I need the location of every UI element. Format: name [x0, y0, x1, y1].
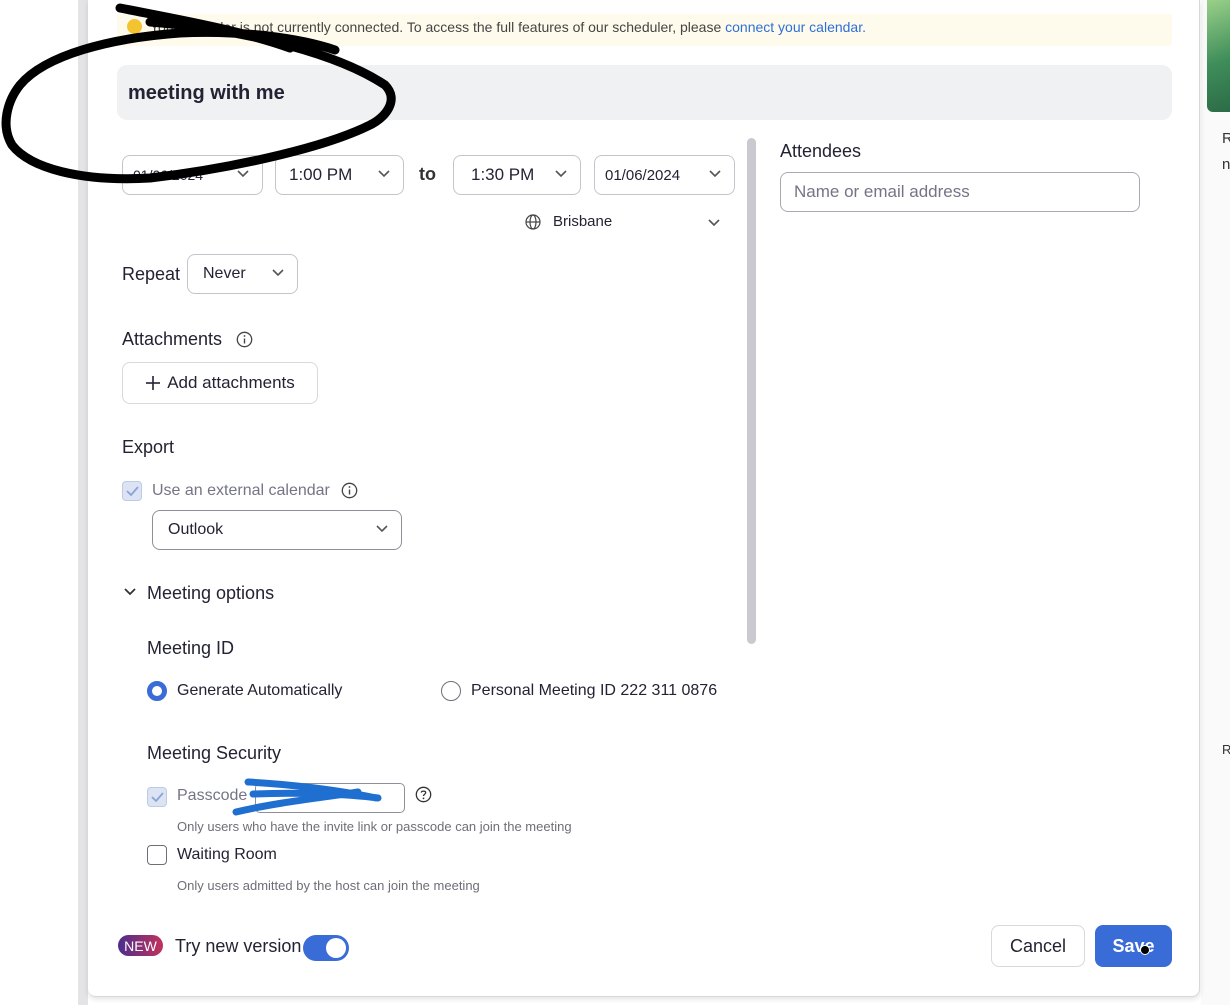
chevron-down-icon[interactable]	[707, 218, 721, 228]
plus-icon	[146, 376, 161, 390]
passcode-checkbox[interactable]	[147, 787, 167, 807]
end-date-value: 01/06/2024	[605, 166, 681, 184]
add-attachments-button[interactable]: Add attachments	[122, 362, 318, 404]
background-text: R	[1222, 742, 1230, 757]
chevron-down-icon	[376, 525, 388, 533]
repeat-value: Never	[203, 265, 246, 282]
connect-calendar-link[interactable]: connect your calendar.	[725, 19, 866, 35]
end-date-picker[interactable]: 01/06/2024	[594, 155, 735, 195]
attendees-placeholder: Name or email address	[794, 182, 970, 201]
repeat-label: Repeat	[122, 264, 181, 284]
start-time-select[interactable]: 1:00 PM	[275, 155, 404, 195]
help-icon[interactable]	[415, 786, 432, 803]
mouse-cursor	[1140, 945, 1150, 955]
meeting-security-label: Meeting Security	[147, 743, 282, 763]
background-text: n	[1222, 156, 1230, 173]
personal-meeting-id-radio[interactable]	[441, 681, 461, 701]
passcode-help-text: Only users who have the invite link or p…	[177, 819, 572, 834]
personal-meeting-id-label: Personal Meeting ID 222 311 0876	[471, 682, 718, 699]
globe-icon	[525, 213, 541, 230]
external-calendar-label: Use an external calendar	[152, 482, 330, 499]
generate-automatically-radio[interactable]	[147, 681, 167, 701]
form-scrollbar[interactable]	[747, 138, 756, 644]
cancel-button[interactable]: Cancel	[991, 925, 1085, 967]
attendees-label: Attendees	[780, 141, 862, 161]
new-badge: NEW	[118, 935, 163, 956]
meeting-title-input[interactable]: meeting with me	[117, 65, 1172, 120]
background-overlay-edge	[78, 0, 88, 1005]
meeting-options-toggle[interactable]: Meeting options	[147, 583, 274, 604]
warning-icon	[127, 19, 142, 34]
calendar-type-value: Outlook	[168, 521, 224, 538]
chevron-down-icon	[555, 170, 567, 178]
chevron-down-icon	[237, 170, 249, 178]
external-calendar-checkbox[interactable]	[122, 481, 142, 501]
start-date-value: 01/06/2024	[133, 167, 204, 183]
checkmark-icon	[126, 486, 139, 496]
end-time-value: 1:30 PM	[471, 165, 535, 184]
try-new-version-label: Try new version	[175, 936, 302, 956]
background-left	[0, 0, 78, 1005]
chevron-down-icon[interactable]	[123, 587, 137, 597]
meeting-id-label: Meeting ID	[147, 638, 235, 658]
save-button[interactable]: Save	[1095, 925, 1172, 967]
end-time-select[interactable]: 1:30 PM	[453, 155, 581, 195]
waiting-room-label: Waiting Room	[177, 846, 277, 863]
attachments-label: Attachments	[122, 329, 223, 349]
try-new-version-toggle[interactable]	[303, 935, 349, 961]
waiting-room-checkbox[interactable]	[147, 845, 167, 865]
checkmark-icon	[151, 792, 164, 802]
add-attachments-label: Add attachments	[167, 373, 295, 392]
attendees-input[interactable]: Name or email address	[780, 172, 1140, 212]
start-date-picker[interactable]: 01/06/2024	[122, 155, 263, 195]
redaction-scribble	[232, 778, 382, 816]
generate-automatically-label: Generate Automatically	[177, 682, 343, 699]
info-icon[interactable]	[236, 331, 253, 348]
chevron-down-icon	[272, 269, 284, 277]
start-time-value: 1:00 PM	[289, 165, 353, 184]
timezone-select[interactable]: Brisbane	[525, 213, 612, 230]
chevron-down-icon	[709, 170, 721, 178]
calendar-warning-banner: Your calendar is not currently connected…	[117, 14, 1172, 46]
repeat-select[interactable]: Never	[187, 254, 298, 294]
to-label: to	[419, 164, 436, 184]
chevron-down-icon	[378, 170, 390, 178]
timezone-value: Brisbane	[553, 213, 613, 230]
banner-text: Your calendar is not currently connected…	[150, 19, 726, 35]
calendar-type-select[interactable]: Outlook	[152, 510, 402, 550]
info-icon[interactable]	[341, 482, 358, 499]
export-label: Export	[122, 437, 175, 457]
toggle-knob	[326, 938, 346, 958]
waiting-room-help-text: Only users admitted by the host can join…	[177, 878, 480, 893]
background-right-panel	[1201, 0, 1230, 1005]
background-thumbnail	[1207, 0, 1230, 112]
background-text: R	[1222, 130, 1230, 147]
